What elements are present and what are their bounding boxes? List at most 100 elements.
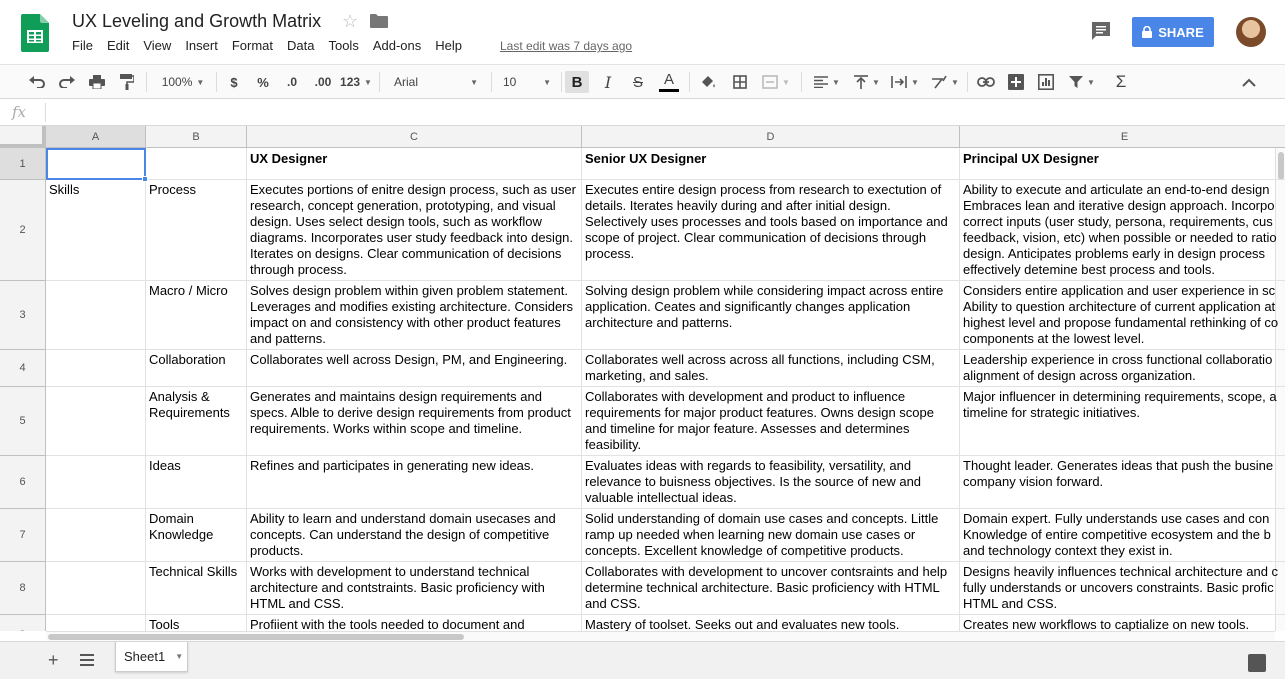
avatar[interactable] bbox=[1236, 17, 1266, 47]
last-edit-link[interactable]: Last edit was 7 days ago bbox=[500, 39, 632, 53]
menu-help[interactable]: Help bbox=[435, 38, 462, 56]
menu-addons[interactable]: Add-ons bbox=[373, 38, 421, 56]
cell-e3[interactable]: Considers entire application and user ex… bbox=[960, 281, 1285, 350]
cell-a6[interactable] bbox=[46, 456, 146, 509]
horizontal-scrollbar[interactable] bbox=[46, 631, 1275, 641]
cell-b2[interactable]: Process bbox=[146, 180, 247, 281]
cell-a1[interactable] bbox=[46, 148, 146, 180]
formula-input[interactable] bbox=[52, 103, 1272, 122]
cell-e7[interactable]: Domain expert. Fully understands use cas… bbox=[960, 509, 1285, 562]
cell-c7[interactable]: Ability to learn and understand domain u… bbox=[247, 509, 582, 562]
sheet-tab[interactable]: Sheet1 ▼ bbox=[115, 642, 188, 672]
explore-icon[interactable] bbox=[1248, 654, 1266, 672]
cell-e5[interactable]: Major influencer in determining requirem… bbox=[960, 387, 1285, 456]
functions-icon[interactable]: Σ bbox=[1110, 71, 1132, 93]
increase-decimal-button[interactable]: .00 bbox=[310, 71, 336, 93]
cell-c4[interactable]: Collaborates well across Design, PM, and… bbox=[247, 350, 582, 387]
menu-file[interactable]: File bbox=[72, 38, 93, 56]
insert-comment-icon[interactable] bbox=[1005, 71, 1027, 93]
menu-insert[interactable]: Insert bbox=[185, 38, 218, 56]
cell-e9[interactable]: Creates new workflows to captialize on n… bbox=[960, 615, 1285, 631]
cell-b7[interactable]: Domain Knowledge bbox=[146, 509, 247, 562]
row-header-6[interactable]: 6 bbox=[0, 456, 46, 509]
decrease-decimal-button[interactable]: .0 bbox=[281, 71, 303, 93]
column-header-d[interactable]: D bbox=[582, 126, 960, 148]
cell-e8[interactable]: Designs heavily influences technical arc… bbox=[960, 562, 1285, 615]
cell-a5[interactable] bbox=[46, 387, 146, 456]
menu-format[interactable]: Format bbox=[232, 38, 273, 56]
redo-icon[interactable] bbox=[56, 71, 78, 93]
menu-tools[interactable]: Tools bbox=[328, 38, 358, 56]
cell-d3[interactable]: Solving design problem while considering… bbox=[582, 281, 960, 350]
document-title[interactable]: UX Leveling and Growth Matrix bbox=[72, 11, 321, 32]
strikethrough-button[interactable]: S bbox=[627, 71, 649, 93]
cell-b5[interactable]: Analysis & Requirements bbox=[146, 387, 247, 456]
percent-button[interactable]: % bbox=[253, 71, 273, 93]
cell-a7[interactable] bbox=[46, 509, 146, 562]
paint-format-icon[interactable] bbox=[116, 71, 138, 93]
cell-d2[interactable]: Executes entire design process from rese… bbox=[582, 180, 960, 281]
zoom-select[interactable]: 100% ▼ bbox=[156, 71, 210, 93]
collapse-menu-icon[interactable] bbox=[1238, 71, 1260, 93]
horizontal-scroll-thumb[interactable] bbox=[48, 634, 464, 640]
cell-c6[interactable]: Refines and participates in generating n… bbox=[247, 456, 582, 509]
cell-c2[interactable]: Executes portions of enitre design proce… bbox=[247, 180, 582, 281]
cell-e2[interactable]: Ability to execute and articulate an end… bbox=[960, 180, 1285, 281]
cell-d4[interactable]: Collaborates well across across all func… bbox=[582, 350, 960, 387]
vertical-align-icon[interactable]: ▼ bbox=[850, 71, 884, 93]
star-icon[interactable]: ☆ bbox=[342, 11, 358, 32]
chevron-down-icon[interactable]: ▼ bbox=[175, 652, 183, 661]
cell-b3[interactable]: Macro / Micro bbox=[146, 281, 247, 350]
folder-icon[interactable] bbox=[370, 14, 388, 28]
filter-icon[interactable]: ▼ bbox=[1065, 71, 1099, 93]
print-icon[interactable] bbox=[86, 71, 108, 93]
menu-view[interactable]: View bbox=[143, 38, 171, 56]
cell-a9[interactable] bbox=[46, 615, 146, 631]
cell-d5[interactable]: Collaborates with development and produc… bbox=[582, 387, 960, 456]
cell-b8[interactable]: Technical Skills bbox=[146, 562, 247, 615]
fill-color-icon[interactable] bbox=[697, 71, 719, 93]
cell-a3[interactable] bbox=[46, 281, 146, 350]
cell-d1[interactable]: Senior UX Designer bbox=[582, 148, 960, 180]
row-header-9[interactable]: 9 bbox=[0, 615, 46, 631]
column-header-a[interactable]: A bbox=[46, 126, 146, 148]
sheets-logo-icon[interactable] bbox=[21, 14, 49, 52]
row-header-8[interactable]: 8 bbox=[0, 562, 46, 615]
comments-icon[interactable] bbox=[1090, 20, 1112, 42]
cell-c5[interactable]: Generates and maintains design requireme… bbox=[247, 387, 582, 456]
row-header-4[interactable]: 4 bbox=[0, 350, 46, 387]
undo-icon[interactable] bbox=[26, 71, 48, 93]
row-header-3[interactable]: 3 bbox=[0, 281, 46, 350]
italic-button[interactable]: I bbox=[597, 71, 619, 93]
cell-d9[interactable]: Mastery of toolset. Seeks out and evalua… bbox=[582, 615, 960, 631]
cell-a4[interactable] bbox=[46, 350, 146, 387]
select-all-corner[interactable] bbox=[0, 126, 46, 148]
text-wrapping-icon[interactable]: ▼ bbox=[888, 71, 922, 93]
menu-edit[interactable]: Edit bbox=[107, 38, 129, 56]
cell-a2[interactable]: Skills bbox=[46, 180, 146, 281]
selection-fill-handle[interactable] bbox=[142, 176, 148, 182]
horizontal-align-icon[interactable]: ▼ bbox=[810, 71, 844, 93]
row-header-5[interactable]: 5 bbox=[0, 387, 46, 456]
cell-b4[interactable]: Collaboration bbox=[146, 350, 247, 387]
font-family-select[interactable]: Arial ▼ bbox=[386, 71, 486, 93]
row-header-7[interactable]: 7 bbox=[0, 509, 46, 562]
currency-button[interactable]: $ bbox=[224, 71, 244, 93]
cell-c3[interactable]: Solves design problem within given probl… bbox=[247, 281, 582, 350]
cell-b9[interactable]: Tools bbox=[146, 615, 247, 631]
add-sheet-button[interactable]: + bbox=[48, 650, 59, 671]
column-header-e[interactable]: E bbox=[960, 126, 1285, 148]
cell-e4[interactable]: Leadership experience in cross functiona… bbox=[960, 350, 1285, 387]
cell-b1[interactable] bbox=[146, 148, 247, 180]
cell-c9[interactable]: Profiient with the tools needed to docum… bbox=[247, 615, 582, 631]
font-size-select[interactable]: 10 ▼ bbox=[497, 71, 557, 93]
cell-b6[interactable]: Ideas bbox=[146, 456, 247, 509]
share-button[interactable]: SHARE bbox=[1132, 17, 1214, 47]
cell-c8[interactable]: Works with development to understand tec… bbox=[247, 562, 582, 615]
insert-chart-icon[interactable] bbox=[1035, 71, 1057, 93]
column-header-c[interactable]: C bbox=[247, 126, 582, 148]
more-formats-button[interactable]: 123 ▼ bbox=[340, 71, 372, 93]
row-header-2[interactable]: 2 bbox=[0, 180, 46, 281]
cell-e1[interactable]: Principal UX Designer bbox=[960, 148, 1285, 180]
cell-d7[interactable]: Solid understanding of domain use cases … bbox=[582, 509, 960, 562]
